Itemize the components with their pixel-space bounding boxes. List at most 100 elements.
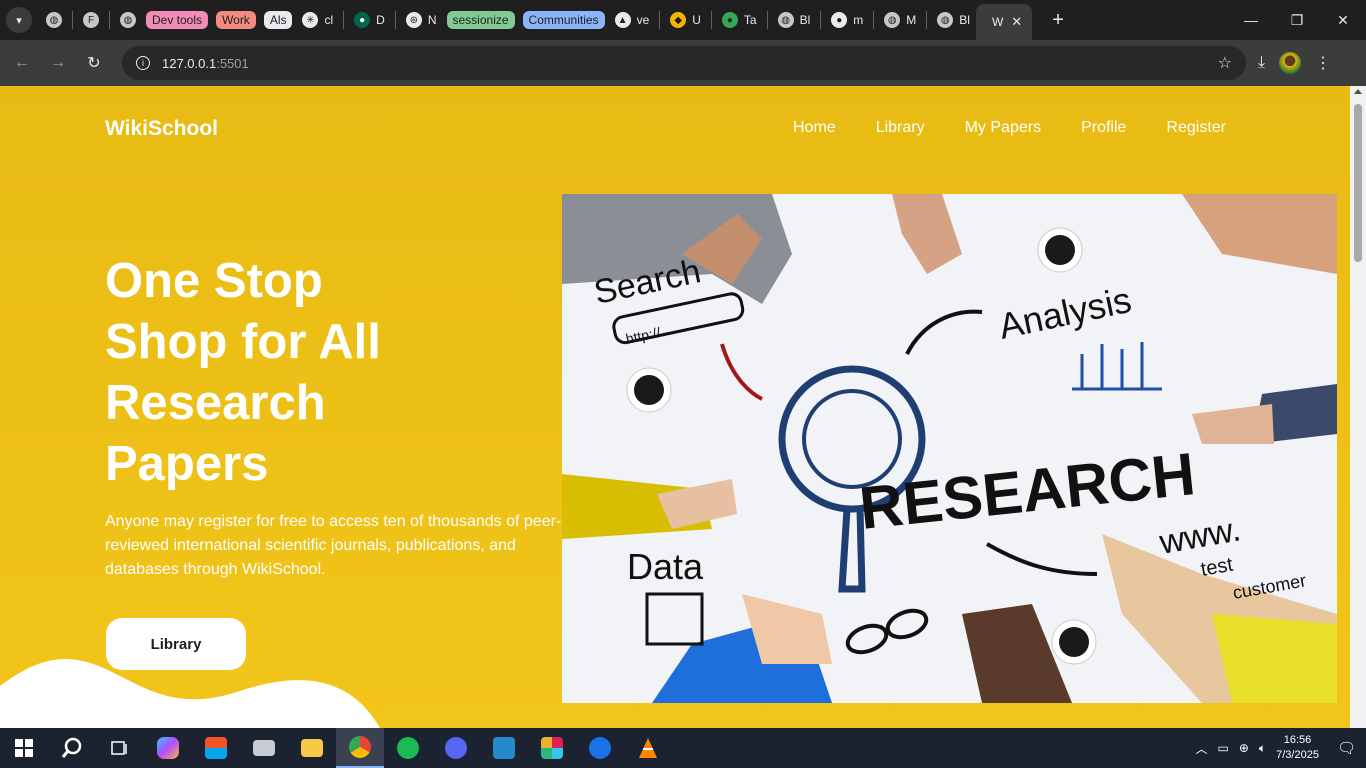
tab-label: cl (324, 13, 334, 27)
tab-globe-2[interactable]: ◍ (114, 5, 142, 35)
browser-toolbar: ← → ↻ i 127.0.0.1:5501 ☆ ⤓ ⋮ (0, 40, 1366, 86)
menu-kebab-icon[interactable]: ⋮ (1315, 53, 1331, 73)
hero-title: One Stop Shop for All Research Papers (105, 251, 525, 495)
tab-label: m (853, 13, 864, 27)
windows-logo-icon (15, 739, 33, 757)
tab-claude[interactable]: ✳ cl (296, 5, 339, 35)
windows-taskbar: ︿ ▭ ⊕ 🔈︎ 16:56 7/3/2025 🗨︎ (0, 728, 1366, 768)
url-host: 127.0.0.1 (162, 55, 217, 71)
site-logo[interactable]: WikiSchool (105, 117, 218, 141)
forward-icon[interactable]: → (40, 54, 76, 72)
tab-chatgpt[interactable]: ⊛ N (400, 5, 443, 35)
site-nav: Home Library My Papers Profile Register (793, 119, 1226, 137)
tab-strip: ▾ ◍ F ◍ Dev tools Work Als ✳ cl ● D ⊛ N ses… (0, 0, 1366, 40)
vlc-icon[interactable] (624, 728, 672, 768)
hero-title-line: Research (105, 376, 326, 430)
search-icon[interactable] (48, 728, 96, 768)
globe-icon: ◍ (120, 12, 136, 28)
tab-label: Bl (959, 13, 970, 27)
file-explorer-icon[interactable] (288, 728, 336, 768)
reload-icon[interactable]: ↻ (76, 53, 112, 73)
scroll-up-icon[interactable] (1354, 89, 1362, 94)
tab-u[interactable]: ◆ U (664, 5, 707, 35)
slack-icon[interactable] (528, 728, 576, 768)
tab-group-work[interactable]: Work (216, 11, 256, 29)
tab-bl-1[interactable]: ◍ Bl (772, 5, 817, 35)
page-scrollbar[interactable] (1350, 86, 1366, 728)
store-icon[interactable] (192, 728, 240, 768)
tab-github[interactable]: ● m (825, 5, 869, 35)
tab-figma[interactable]: F (77, 5, 105, 35)
claude-icon: ✳ (302, 12, 319, 28)
tab-group-als[interactable]: Als (263, 11, 293, 29)
tab-bl-2[interactable]: ◍ Bl (931, 5, 976, 35)
tab-ta[interactable]: ● Ta (716, 5, 763, 35)
nav-library[interactable]: Library (876, 119, 925, 137)
window-controls: — ❐ ✕ (1228, 12, 1366, 29)
volume-icon[interactable]: 🔈︎ (1259, 741, 1266, 756)
research-illustration: Search http:// Analysis RESEARCH Data ww… (562, 194, 1337, 703)
spotify-icon[interactable] (384, 728, 432, 768)
tab-m[interactable]: ◍ M (878, 5, 922, 35)
clock-time: 16:56 (1283, 734, 1312, 746)
tab-label: U (692, 13, 701, 27)
network-icon[interactable]: ▭ (1218, 741, 1229, 755)
close-window-icon[interactable]: ✕ (1320, 12, 1366, 29)
scroll-thumb[interactable] (1354, 104, 1362, 262)
minimize-icon[interactable]: — (1228, 12, 1274, 29)
vscode-icon[interactable] (480, 728, 528, 768)
mail-icon[interactable] (240, 728, 288, 768)
app-icon[interactable] (576, 728, 624, 768)
dots-icon: ● (721, 12, 738, 28)
tab-label: Ta (743, 13, 757, 27)
task-view-icon[interactable] (96, 728, 144, 768)
tab-list: ◍ F ◍ Dev tools Work Als ✳ cl ● D ⊛ N sessi… (40, 0, 1064, 40)
tab-group-sessionize[interactable]: sessionize (446, 11, 515, 29)
clock[interactable]: 16:56 7/3/2025 (1276, 733, 1319, 763)
profile-avatar[interactable] (1279, 52, 1302, 74)
tab-label: N (427, 13, 437, 27)
github-icon: ● (831, 12, 848, 28)
tab-group-dev-tools[interactable]: Dev tools (146, 11, 209, 29)
tab-label: Bl (799, 13, 811, 27)
language-icon[interactable]: ⊕ (1239, 741, 1249, 755)
nav-profile[interactable]: Profile (1081, 119, 1126, 137)
nav-register[interactable]: Register (1166, 119, 1226, 137)
site-info-icon[interactable]: i (136, 56, 150, 70)
globe-icon: ◍ (777, 12, 794, 28)
bookmark-star-icon[interactable]: ☆ (1218, 53, 1232, 73)
tab-mongodb[interactable]: ● D (348, 5, 391, 35)
globe-icon: ◍ (937, 12, 954, 28)
hero-title-line: Papers (105, 437, 269, 491)
restore-icon[interactable]: ❐ (1274, 12, 1320, 29)
copilot-icon[interactable] (144, 728, 192, 768)
tab-active[interactable]: W ✕ (975, 4, 1033, 40)
notifications-icon[interactable]: 🗨︎ (1337, 739, 1356, 757)
tab-label: D (376, 13, 385, 27)
discord-icon[interactable] (432, 728, 480, 768)
chevron-up-icon[interactable]: ︿ (1196, 740, 1208, 757)
tab-label: ve (636, 13, 650, 27)
back-icon[interactable]: ← (4, 54, 40, 72)
chrome-icon[interactable] (336, 728, 384, 768)
tab-vercel[interactable]: ▲ ve (609, 5, 656, 35)
tab-search-icon[interactable]: ▾ (6, 7, 32, 33)
tab-group-communities[interactable]: Communities (522, 11, 605, 29)
close-tab-icon[interactable]: ✕ (1011, 14, 1022, 30)
hero-title-line: One Stop (105, 254, 323, 308)
tab-globe-1[interactable]: ◍ (40, 5, 68, 35)
globe-icon: ◍ (46, 12, 62, 28)
chatgpt-icon: ⊛ (405, 12, 422, 28)
globe-icon: ◍ (884, 12, 901, 28)
start-button[interactable] (0, 728, 48, 768)
webpage: WikiSchool Home Library My Papers Profil… (0, 86, 1350, 728)
hat-icon: ◆ (670, 12, 687, 28)
nav-my-papers[interactable]: My Papers (965, 119, 1041, 137)
new-tab-button[interactable]: + (1052, 9, 1064, 32)
nav-home[interactable]: Home (793, 119, 836, 137)
tab-label: M (906, 13, 917, 27)
address-bar[interactable]: i 127.0.0.1:5501 ☆ (122, 46, 1246, 80)
download-icon[interactable]: ⤓ (1258, 54, 1265, 72)
hero-title-line: Shop for All (105, 315, 381, 369)
figma-icon: F (83, 12, 99, 28)
